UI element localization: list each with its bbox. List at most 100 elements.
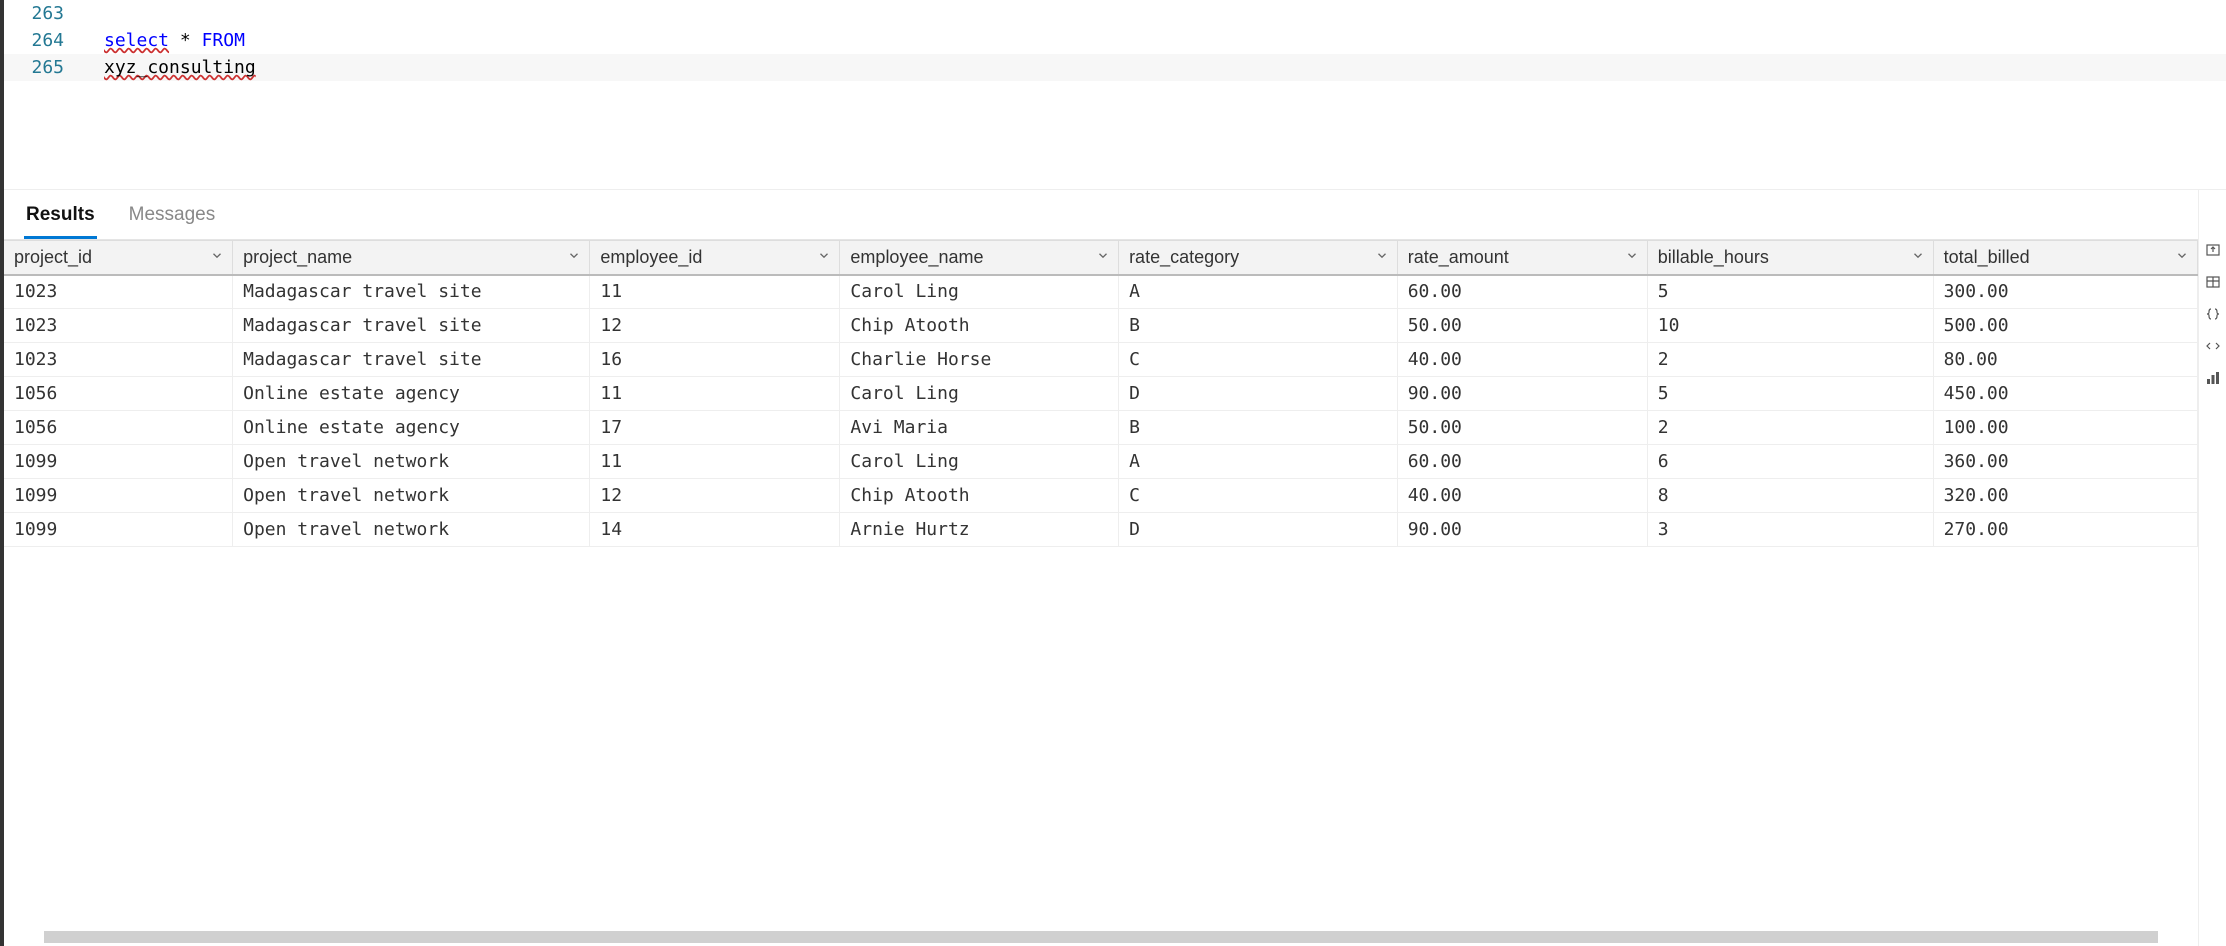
cell[interactable]: 11 [590, 445, 840, 479]
horizontal-scrollbar[interactable] [4, 928, 2198, 946]
table-icon[interactable] [2203, 272, 2223, 292]
cell[interactable]: 270.00 [1933, 513, 2197, 547]
column-header-label: project_id [14, 247, 92, 267]
sql-editor[interactable]: 263 264 select * FROM 265 xyz_consulting [4, 0, 2226, 190]
code-line[interactable]: xyz_consulting [84, 57, 256, 78]
cell[interactable]: 12 [590, 309, 840, 343]
cell[interactable]: 360.00 [1933, 445, 2197, 479]
cell[interactable]: 1099 [4, 513, 233, 547]
cell[interactable]: 5 [1647, 377, 1933, 411]
cell[interactable]: Open travel network [233, 513, 590, 547]
cell[interactable]: 1056 [4, 377, 233, 411]
cell[interactable]: 11 [590, 377, 840, 411]
cell[interactable]: A [1119, 275, 1398, 309]
cell[interactable]: 14 [590, 513, 840, 547]
cell[interactable]: 11 [590, 275, 840, 309]
cell[interactable]: 60.00 [1397, 445, 1647, 479]
column-header-billable_hours[interactable]: billable_hours [1647, 241, 1933, 275]
cell[interactable]: Carol Ling [840, 275, 1119, 309]
tab-messages[interactable]: Messages [127, 198, 218, 239]
cell[interactable]: 320.00 [1933, 479, 2197, 513]
tab-results[interactable]: Results [24, 198, 97, 239]
cell[interactable]: Online estate agency [233, 411, 590, 445]
cell[interactable]: 10 [1647, 309, 1933, 343]
cell[interactable]: 16 [590, 343, 840, 377]
cell[interactable]: Madagascar travel site [233, 275, 590, 309]
chevron-down-icon[interactable] [1625, 247, 1639, 268]
cell[interactable]: A [1119, 445, 1398, 479]
cell[interactable]: 50.00 [1397, 309, 1647, 343]
cell[interactable]: 40.00 [1397, 343, 1647, 377]
cell[interactable]: 6 [1647, 445, 1933, 479]
table-row[interactable]: 1023Madagascar travel site11Carol LingA6… [4, 275, 2198, 309]
cell[interactable]: Carol Ling [840, 377, 1119, 411]
cell[interactable]: 3 [1647, 513, 1933, 547]
chevron-down-icon[interactable] [817, 247, 831, 268]
chevron-down-icon[interactable] [1375, 247, 1389, 268]
chevron-down-icon[interactable] [1911, 247, 1925, 268]
cell[interactable]: 2 [1647, 343, 1933, 377]
table-row[interactable]: 1023Madagascar travel site16Charlie Hors… [4, 343, 2198, 377]
cell[interactable]: 1023 [4, 309, 233, 343]
cell[interactable]: 300.00 [1933, 275, 2197, 309]
cell[interactable]: Madagascar travel site [233, 309, 590, 343]
cell[interactable]: 50.00 [1397, 411, 1647, 445]
chevron-down-icon[interactable] [1096, 247, 1110, 268]
cell[interactable]: 100.00 [1933, 411, 2197, 445]
chevron-down-icon[interactable] [2175, 247, 2189, 268]
column-header-total_billed[interactable]: total_billed [1933, 241, 2197, 275]
cell[interactable]: Open travel network [233, 479, 590, 513]
column-header-employee_name[interactable]: employee_name [840, 241, 1119, 275]
cell[interactable]: 5 [1647, 275, 1933, 309]
chart-icon[interactable] [2203, 368, 2223, 388]
cell[interactable]: 90.00 [1397, 513, 1647, 547]
table-row[interactable]: 1056Online estate agency11Carol LingD90.… [4, 377, 2198, 411]
column-header-project_id[interactable]: project_id [4, 241, 233, 275]
cell[interactable]: 80.00 [1933, 343, 2197, 377]
cell[interactable]: 90.00 [1397, 377, 1647, 411]
cell[interactable]: 1023 [4, 275, 233, 309]
cell[interactable]: B [1119, 411, 1398, 445]
cell[interactable]: Open travel network [233, 445, 590, 479]
cell[interactable]: 40.00 [1397, 479, 1647, 513]
column-header-employee_id[interactable]: employee_id [590, 241, 840, 275]
cell[interactable]: D [1119, 513, 1398, 547]
cell[interactable]: Avi Maria [840, 411, 1119, 445]
cell[interactable]: 1099 [4, 445, 233, 479]
column-header-rate_category[interactable]: rate_category [1119, 241, 1398, 275]
cell[interactable]: Chip Atooth [840, 309, 1119, 343]
cell[interactable]: Madagascar travel site [233, 343, 590, 377]
column-header-rate_amount[interactable]: rate_amount [1397, 241, 1647, 275]
cell[interactable]: Online estate agency [233, 377, 590, 411]
cell[interactable]: 60.00 [1397, 275, 1647, 309]
cell[interactable]: Chip Atooth [840, 479, 1119, 513]
cell[interactable]: 12 [590, 479, 840, 513]
code-line[interactable]: select * FROM [84, 30, 245, 51]
table-row[interactable]: 1099Open travel network11Carol LingA60.0… [4, 445, 2198, 479]
cell[interactable]: Carol Ling [840, 445, 1119, 479]
cell[interactable]: Arnie Hurtz [840, 513, 1119, 547]
cell[interactable]: C [1119, 479, 1398, 513]
cell[interactable]: C [1119, 343, 1398, 377]
cell[interactable]: Charlie Horse [840, 343, 1119, 377]
cell[interactable]: 2 [1647, 411, 1933, 445]
cell[interactable]: 500.00 [1933, 309, 2197, 343]
cell[interactable]: 17 [590, 411, 840, 445]
cell[interactable]: D [1119, 377, 1398, 411]
cell[interactable]: 1099 [4, 479, 233, 513]
table-row[interactable]: 1099Open travel network12Chip AtoothC40.… [4, 479, 2198, 513]
table-row[interactable]: 1099Open travel network14Arnie HurtzD90.… [4, 513, 2198, 547]
export-icon[interactable] [2203, 240, 2223, 260]
chevron-down-icon[interactable] [210, 247, 224, 268]
code-icon[interactable] [2203, 336, 2223, 356]
cell[interactable]: B [1119, 309, 1398, 343]
column-header-project_name[interactable]: project_name [233, 241, 590, 275]
chevron-down-icon[interactable] [567, 247, 581, 268]
json-icon[interactable] [2203, 304, 2223, 324]
cell[interactable]: 1056 [4, 411, 233, 445]
cell[interactable]: 1023 [4, 343, 233, 377]
cell[interactable]: 8 [1647, 479, 1933, 513]
cell[interactable]: 450.00 [1933, 377, 2197, 411]
table-row[interactable]: 1056Online estate agency17Avi MariaB50.0… [4, 411, 2198, 445]
table-row[interactable]: 1023Madagascar travel site12Chip AtoothB… [4, 309, 2198, 343]
